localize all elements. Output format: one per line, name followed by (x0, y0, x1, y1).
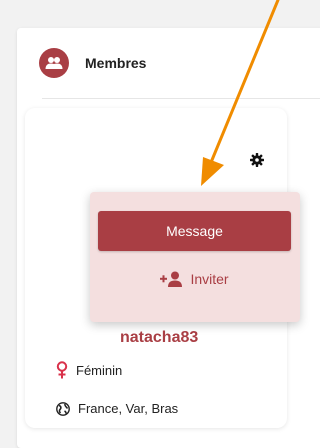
invite-button[interactable]: Inviter (98, 264, 291, 294)
member-actions-popup: Message Inviter (90, 192, 300, 322)
message-button[interactable]: Message (98, 211, 291, 251)
globe-icon (56, 401, 70, 416)
female-icon (56, 361, 68, 379)
group-icon (39, 48, 69, 78)
gender-row: Féminin (56, 361, 122, 379)
location-label: France, Var, Bras (78, 401, 179, 416)
add-person-icon (160, 271, 183, 287)
member-username[interactable]: natacha83 (120, 329, 198, 347)
gender-label: Féminin (76, 362, 123, 378)
invite-label: Inviter (190, 271, 229, 287)
panel-title: Membres (85, 55, 147, 71)
header-divider (42, 98, 320, 99)
location-row: France, Var, Bras (56, 401, 178, 416)
panel-header: Membres (39, 48, 146, 78)
gear-icon[interactable] (250, 153, 264, 167)
